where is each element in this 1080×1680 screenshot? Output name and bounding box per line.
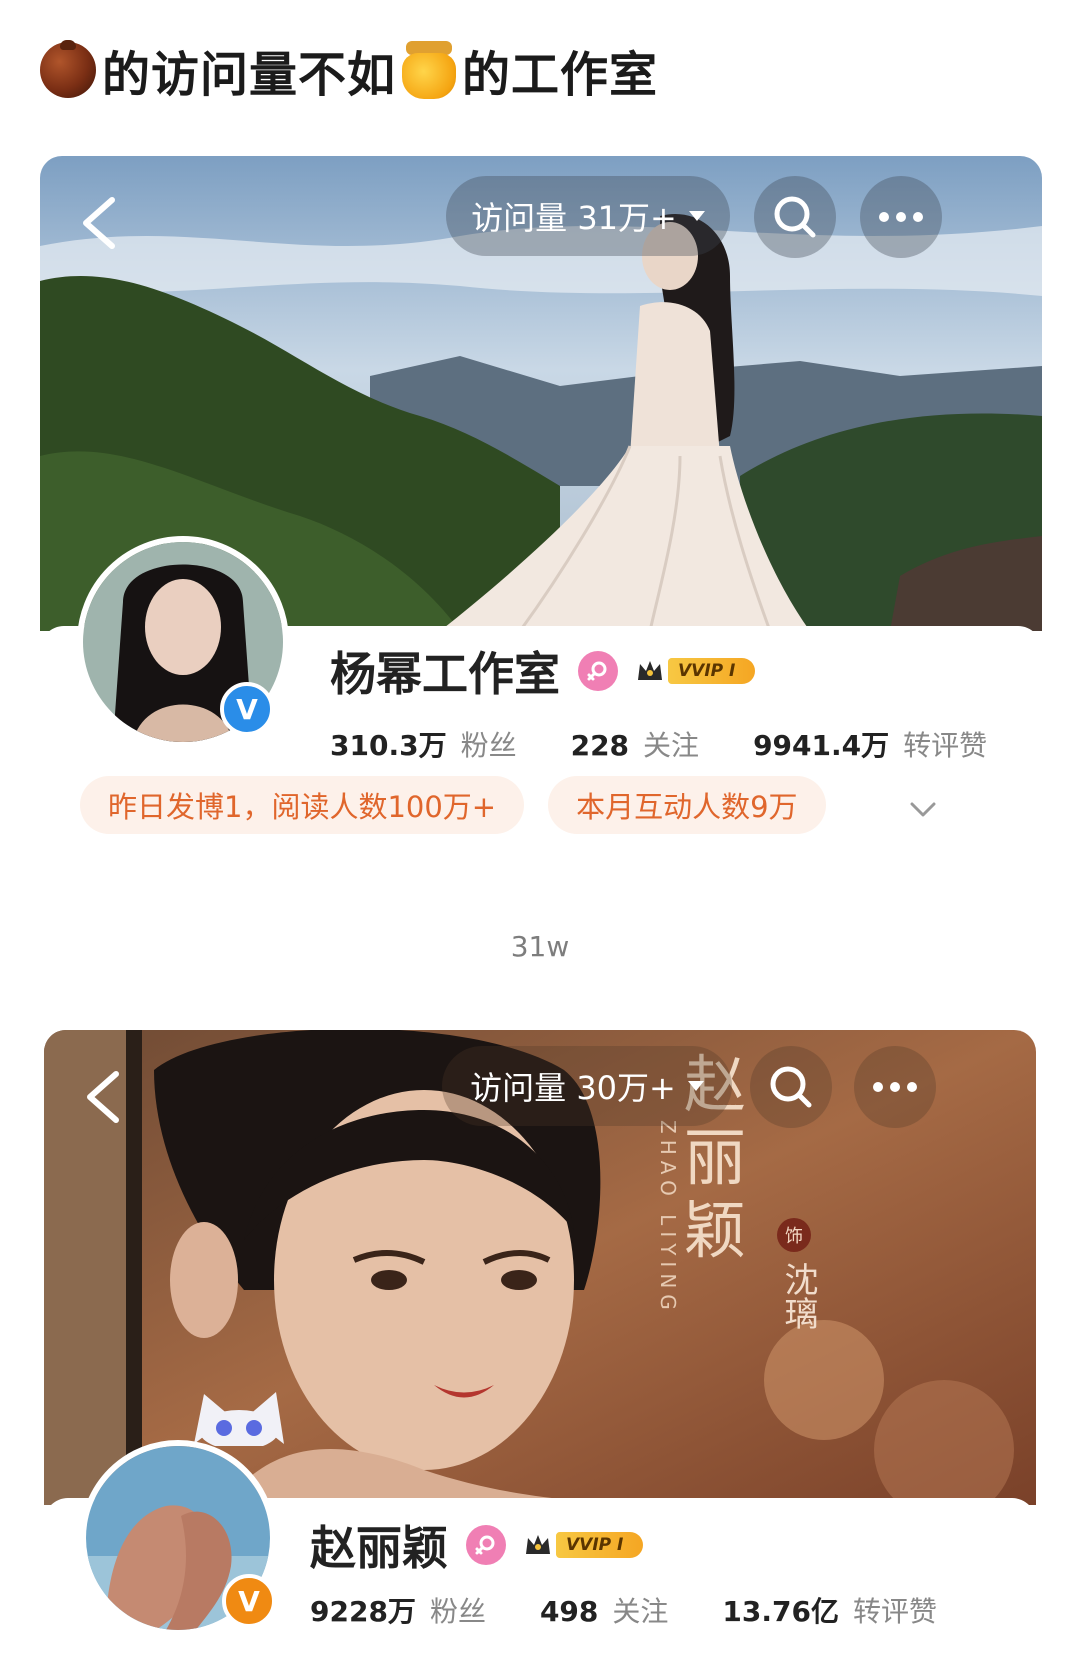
headline-text-a: 的访问量不如 bbox=[102, 47, 397, 103]
search-button[interactable] bbox=[750, 1046, 832, 1128]
caret-down-icon bbox=[688, 211, 705, 221]
stat-label: 关注 bbox=[643, 729, 700, 762]
profile-card-yangmi-studio: 访问量 31万+ V 杨幂工作室 VVIP I 310.3万 粉丝 228 关注… bbox=[40, 156, 1042, 876]
honey-pot-emoji-icon bbox=[402, 41, 457, 99]
chip-yesterday-posts[interactable]: 昨日发博1，阅读人数100万+ bbox=[80, 776, 525, 834]
stats-row: 310.3万 粉丝 228 关注 9941.4万 转评赞 bbox=[330, 724, 1041, 764]
female-icon bbox=[466, 1525, 506, 1565]
headline: 的访问量不如 的工作室 bbox=[40, 40, 658, 103]
more-button[interactable] bbox=[860, 176, 942, 258]
caret-down-icon bbox=[687, 1081, 704, 1091]
visits-text: 访问量 30万+ bbox=[470, 1069, 676, 1107]
more-icon bbox=[873, 1082, 917, 1092]
profile-info-panel: V 赵丽颖 VVIP I 9228万 粉丝 498 关注 13.76亿 转评赞 bbox=[44, 1392, 1036, 1680]
stat-fans[interactable]: 9228万 粉丝 bbox=[310, 1590, 486, 1630]
back-chevron-icon[interactable] bbox=[80, 1070, 124, 1124]
verified-badge: V bbox=[222, 1574, 276, 1628]
profile-name: 杨幂工作室 bbox=[330, 647, 560, 701]
visits-pill[interactable]: 访问量 30万+ bbox=[442, 1046, 732, 1126]
more-button[interactable] bbox=[854, 1046, 936, 1128]
verified-v-icon: V bbox=[238, 1584, 260, 1618]
verified-badge: V bbox=[220, 682, 274, 736]
vvip-label: VVIP I bbox=[556, 1532, 644, 1558]
avatar-frame-cat-decoration bbox=[194, 1392, 284, 1446]
more-icon bbox=[879, 212, 923, 222]
visits-text: 访问量 31万+ bbox=[471, 199, 677, 237]
chevron-down-icon[interactable] bbox=[910, 796, 936, 822]
verified-v-icon: V bbox=[236, 692, 258, 726]
chip-monthly-interactions[interactable]: 本月互动人数9万 bbox=[548, 776, 826, 834]
stat-label: 粉丝 bbox=[460, 729, 517, 762]
back-chevron-icon[interactable] bbox=[76, 196, 120, 250]
name-row: 赵丽颖 VVIP I bbox=[310, 1512, 644, 1578]
stat-number: 13.76亿 bbox=[722, 1595, 839, 1628]
search-icon bbox=[770, 1066, 812, 1108]
stat-label: 关注 bbox=[612, 1595, 669, 1628]
vvip-badge[interactable]: VVIP I bbox=[636, 656, 756, 686]
stat-number: 9228万 bbox=[310, 1595, 416, 1628]
stat-number: 310.3万 bbox=[330, 729, 447, 762]
vvip-crown-icon bbox=[526, 1535, 550, 1554]
poster-pinyin: ZHAO LIYING bbox=[656, 1120, 680, 1316]
female-icon bbox=[578, 651, 618, 691]
search-button[interactable] bbox=[754, 176, 836, 258]
chestnut-emoji-icon bbox=[40, 40, 96, 98]
vvip-badge[interactable]: VVIP I bbox=[524, 1530, 644, 1560]
vvip-crown-icon bbox=[638, 661, 662, 680]
stat-number: 9941.4万 bbox=[753, 729, 890, 762]
poster-seal: 饰 bbox=[777, 1218, 811, 1252]
name-row: 杨幂工作室 VVIP I bbox=[330, 638, 756, 704]
stat-label: 转评赞 bbox=[903, 729, 988, 762]
stat-interactions[interactable]: 9941.4万 转评赞 bbox=[753, 724, 987, 764]
caption-text: 31w bbox=[510, 930, 570, 963]
profile-info-panel: V 杨幂工作室 VVIP I 310.3万 粉丝 228 关注 9941.4万 … bbox=[40, 536, 1042, 876]
profile-name: 赵丽颖 bbox=[310, 1521, 448, 1575]
stat-fans[interactable]: 310.3万 粉丝 bbox=[330, 724, 517, 764]
vvip-label: VVIP I bbox=[668, 658, 756, 684]
stats-row: 9228万 粉丝 498 关注 13.76亿 转评赞 bbox=[310, 1590, 991, 1630]
stat-label: 粉丝 bbox=[429, 1595, 486, 1628]
headline-text-b: 的工作室 bbox=[462, 47, 659, 103]
stat-label: 转评赞 bbox=[853, 1595, 938, 1628]
stat-number: 498 bbox=[539, 1595, 599, 1628]
stat-interactions[interactable]: 13.76亿 转评赞 bbox=[722, 1590, 937, 1630]
highlight-chips: 昨日发博1，阅读人数100万+ 本月互动人数9万 bbox=[80, 776, 826, 834]
profile-card-zhaoliying: 赵丽颖 ZHAO LIYING 饰 沈璃 访问量 30万+ V 赵丽颖 VVIP… bbox=[44, 1030, 1036, 1680]
stat-number: 228 bbox=[570, 729, 630, 762]
stat-following[interactable]: 228 关注 bbox=[571, 724, 699, 764]
visits-pill[interactable]: 访问量 31万+ bbox=[446, 176, 730, 256]
search-icon bbox=[774, 196, 816, 238]
stat-following[interactable]: 498 关注 bbox=[540, 1590, 668, 1630]
poster-role: 沈璃 bbox=[778, 1262, 818, 1330]
